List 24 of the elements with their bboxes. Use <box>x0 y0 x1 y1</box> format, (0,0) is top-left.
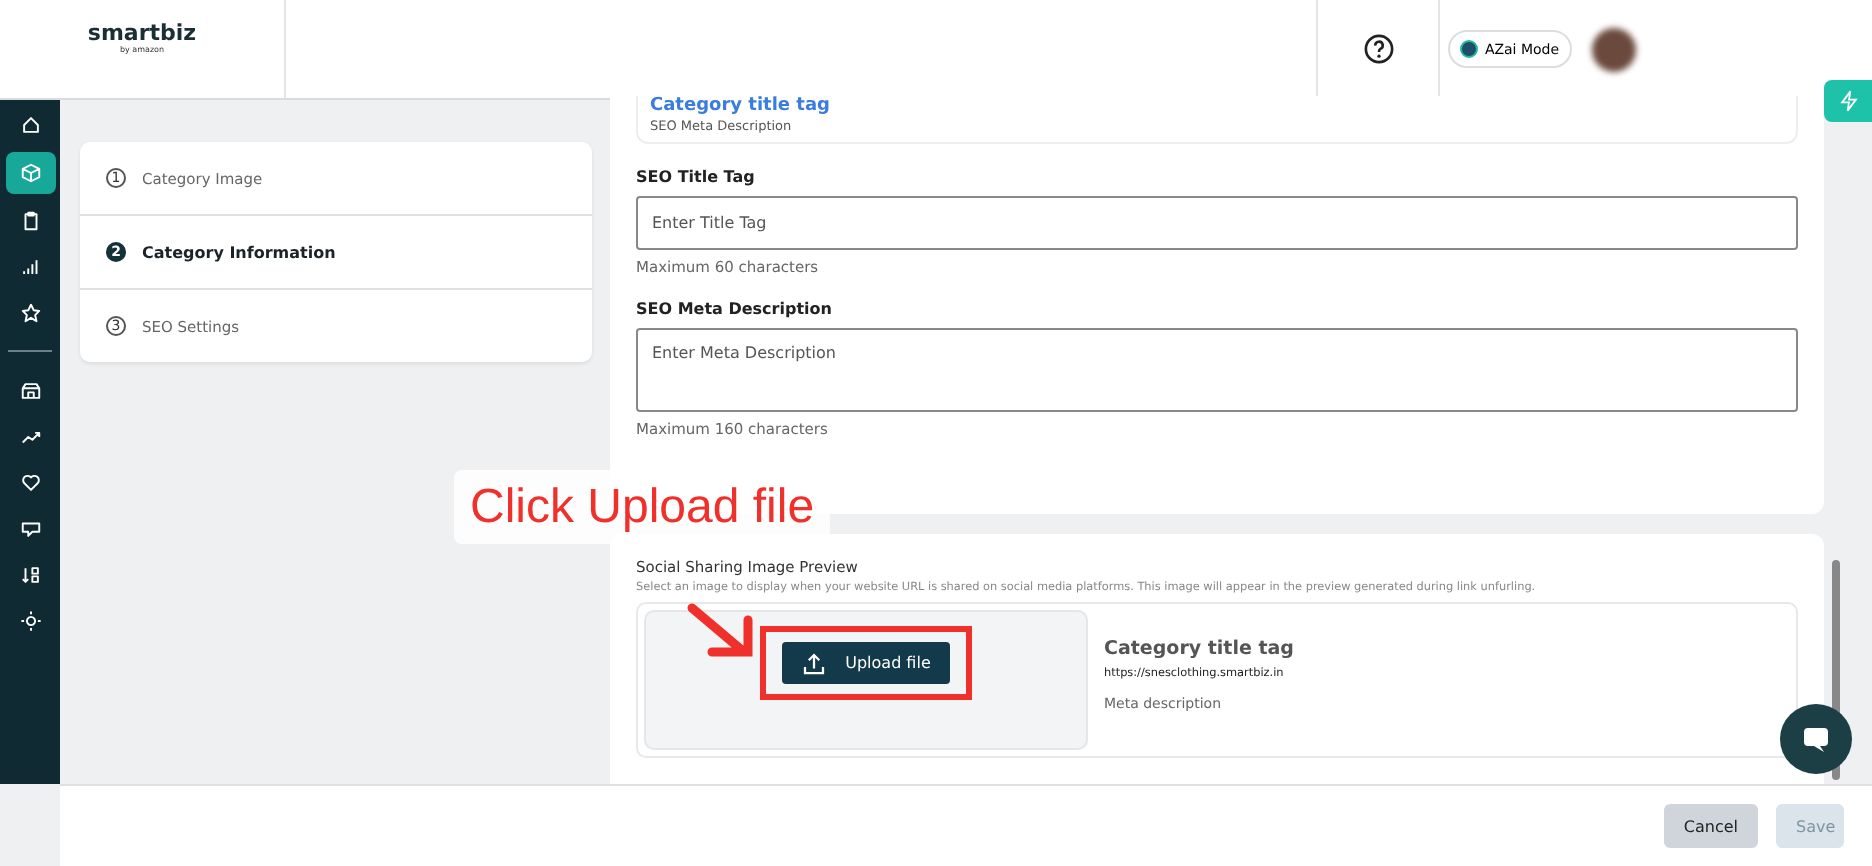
heart-icon[interactable] <box>19 472 41 494</box>
trend-icon[interactable] <box>19 426 41 448</box>
mode-icon <box>1460 40 1479 58</box>
bar-chart-icon[interactable] <box>19 256 41 278</box>
clipboard-icon[interactable] <box>19 210 41 232</box>
annotation-label: Click Upload file <box>454 470 831 544</box>
textarea-field[interactable]: Enter Meta Description <box>636 328 1798 412</box>
preview-title: Category title tag <box>650 96 832 118</box>
store-icon[interactable] <box>19 380 41 402</box>
upload-button[interactable]: Upload file <box>781 642 951 684</box>
chat-icon[interactable] <box>19 518 41 540</box>
input-field[interactable]: Enter Title Tag <box>636 196 1798 250</box>
field-label: SEO Title Tag <box>636 168 757 186</box>
help-icon[interactable] <box>1363 34 1393 64</box>
preview-title: Category title tag <box>1104 638 1294 660</box>
avatar[interactable] <box>1592 27 1636 71</box>
home-icon[interactable] <box>19 114 41 136</box>
settings-icon[interactable] <box>19 610 41 632</box>
field-label: SEO Meta Description <box>636 300 834 318</box>
sort-icon[interactable] <box>19 564 41 586</box>
sidebar-item[interactable] <box>5 152 55 194</box>
star-icon[interactable] <box>19 302 41 324</box>
footer-button[interactable]: Cancel <box>1663 804 1758 848</box>
upload-icon <box>801 651 826 675</box>
